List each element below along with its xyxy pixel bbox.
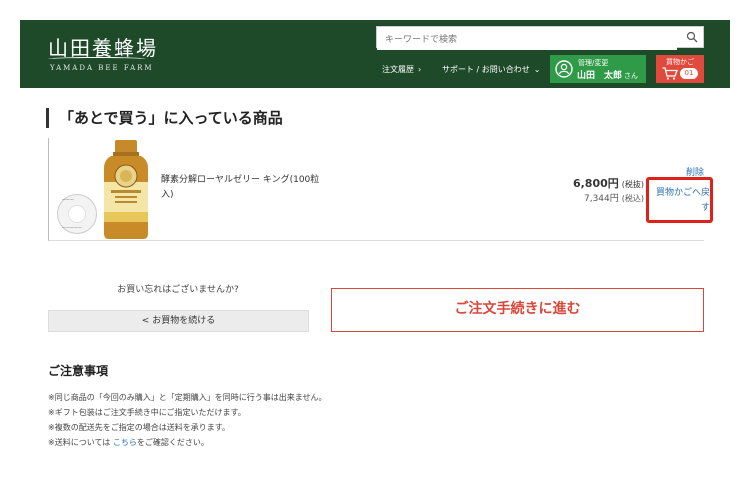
logo-subtitle: YAMADA BEE FARM xyxy=(50,64,154,72)
price-tax-included: 7,344円 (税込) xyxy=(584,191,644,204)
tablet-size-image: 〜〜〜 〜〜〜〜〜 xyxy=(57,194,97,234)
move-to-cart-link[interactable]: 買物かごへ戻す xyxy=(654,186,710,216)
tablet-size-caption-bottom: 〜〜〜〜〜 xyxy=(62,225,82,230)
tax-included-label: (税込) xyxy=(621,194,644,203)
note-item-shipping: ※送料については こちらをご確認ください。 xyxy=(48,435,326,450)
note-item: ※複数の配送先をご指定の場合は送料を承ります。 xyxy=(48,423,230,432)
cart-label: 買物かご xyxy=(666,58,694,66)
note-shipping-suffix: をご確認ください。 xyxy=(136,438,209,447)
saved-item-row: 〜〜〜 〜〜〜〜〜 酵素分解ローヤルゼリー キング(100粒入) 6,800円(… xyxy=(48,138,704,241)
search-input[interactable] xyxy=(377,30,677,50)
price-tax-excluded: 6,800円 (税抜) xyxy=(573,175,644,191)
price-tax-excluded-value: 6,800円 xyxy=(572,177,619,190)
member-name-text: 山田 太郎 xyxy=(577,71,623,81)
nav-order-history[interactable]: 注文履歴 › xyxy=(382,64,421,75)
member-button[interactable]: 管理/変更 山田 太郎 さん xyxy=(550,55,646,83)
forgot-items-text: お買い忘れはございませんか? xyxy=(117,285,239,295)
cart-button[interactable]: 買物かご 01 xyxy=(656,55,704,83)
move-to-cart-highlight: 買物かごへ戻す xyxy=(646,177,713,223)
member-manage-label: 管理/変更 xyxy=(578,59,609,67)
chevron-down-icon: ⌄ xyxy=(533,65,541,74)
search-icon[interactable] xyxy=(686,31,698,43)
nav-support[interactable]: サポート / お問い合わせ ⌄ xyxy=(442,64,540,75)
nav-support-label: サポート / お問い合わせ xyxy=(442,65,530,74)
notes-list: ※同じ商品の「今回のみ購入」と「定期購入」を同時に行う事は出来ません。 ※ギフト… xyxy=(48,390,326,450)
search-box xyxy=(376,26,704,50)
chevron-right-icon: › xyxy=(418,65,422,74)
product-name[interactable]: 酵素分解ローヤルゼリー キング(100粒入) xyxy=(161,173,331,203)
continue-shopping-button[interactable]: < お買物を続ける xyxy=(48,310,309,332)
tablet-size-caption-top: 〜〜〜 xyxy=(62,197,74,202)
cart-icon xyxy=(662,67,678,80)
cart-count-badge: 01 xyxy=(680,68,698,79)
price-tax-included-value: 7,344円 xyxy=(583,194,619,204)
page-title: 「あとで買う」に入っている商品 xyxy=(46,108,283,128)
note-shipping-prefix: ※送料については xyxy=(48,438,113,447)
notes-title: ご注意事項 xyxy=(48,364,109,378)
note-item: ※同じ商品の「今回のみ購入」と「定期購入」を同時に行う事は出来ません。 xyxy=(48,393,327,402)
note-item: ※ギフト包装はご注文手続き中にご指定いただけます。 xyxy=(48,408,246,417)
nav-order-history-label: 注文履歴 xyxy=(382,65,414,74)
checkout-button[interactable]: ご注文手続きに進む xyxy=(331,288,704,332)
site-header: 山田養蜂場 YAMADA BEE FARM 注文履歴› サポート / お問い合わ… xyxy=(20,20,730,88)
member-name: 山田 太郎 さん xyxy=(577,68,638,81)
user-icon xyxy=(555,60,573,78)
tablet-shape xyxy=(68,205,86,223)
product-image[interactable] xyxy=(101,138,151,240)
logo-swoosh xyxy=(48,57,146,61)
member-suffix: さん xyxy=(624,72,639,80)
tax-excluded-label: (税抜) xyxy=(621,180,644,189)
shipping-info-link[interactable]: こちら xyxy=(113,438,137,447)
